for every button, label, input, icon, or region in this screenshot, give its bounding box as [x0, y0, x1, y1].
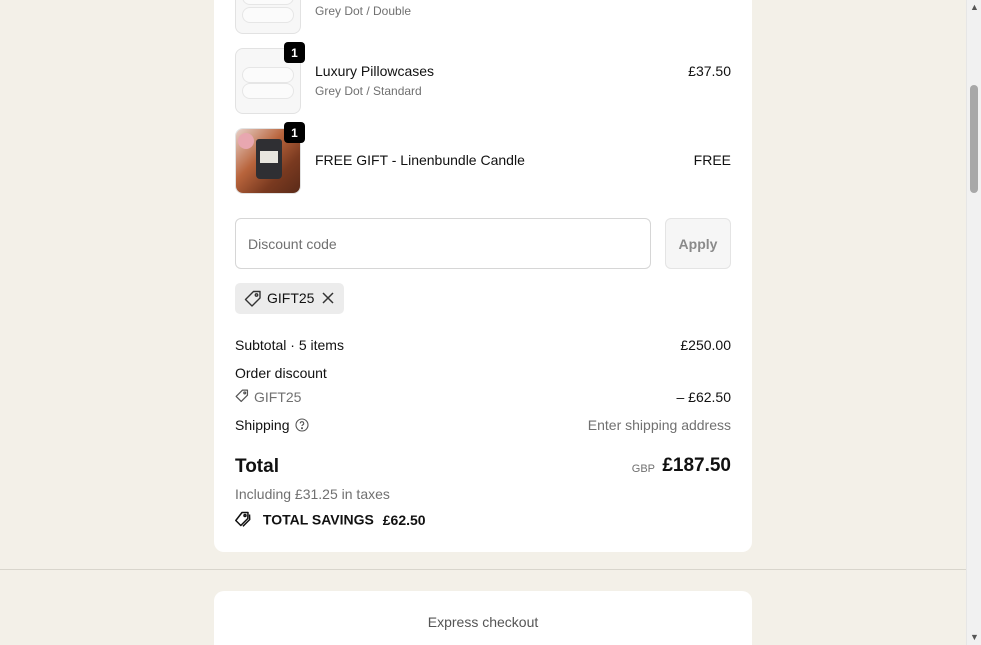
line-item: Grey Dot / Double	[235, 0, 731, 34]
apply-discount-button[interactable]: Apply	[665, 218, 731, 269]
scrollbar-thumb[interactable]	[970, 85, 978, 193]
line-item: 1 Luxury Pillowcases Grey Dot / Standard…	[235, 42, 731, 114]
scroll-down-icon[interactable]: ▼	[970, 633, 979, 642]
item-name: Luxury Pillowcases	[315, 63, 435, 79]
shipping-value: Enter shipping address	[587, 417, 731, 433]
total-value: £187.50	[662, 455, 731, 476]
savings-value: £62.50	[382, 511, 426, 528]
shipping-label: Shipping	[235, 417, 290, 433]
total-currency: GBP	[631, 463, 655, 475]
discount-value: – £62.50	[676, 389, 732, 405]
applied-discount-chip: GIFT25	[235, 283, 344, 314]
page-scrollbar[interactable]: ▲ ▼	[966, 0, 981, 645]
item-price: FREE	[693, 152, 731, 168]
subtotal-label: Subtotal · 5 items	[235, 337, 344, 353]
discount-tag-icon	[235, 389, 249, 406]
discount-code-input[interactable]	[235, 218, 651, 269]
remove-discount-icon[interactable]	[321, 291, 335, 310]
quantity-badge: 1	[284, 122, 305, 143]
taxes-note: Including £31.25 in taxes	[235, 486, 390, 502]
tag-icon	[244, 290, 262, 313]
express-checkout-card: Express checkout	[214, 591, 752, 645]
applied-code-label: GIFT25	[267, 290, 315, 306]
item-variant: Grey Dot / Double	[315, 4, 412, 18]
express-checkout-title: Express checkout	[427, 614, 539, 630]
savings-label: TOTAL SAVINGS	[262, 511, 374, 528]
line-item: 1 FREE GIFT - Linenbundle Candle FREE	[235, 122, 731, 194]
subtotal-value: £250.00	[680, 337, 731, 353]
total-label: Total	[235, 456, 279, 477]
item-price: £37.50	[688, 63, 731, 79]
product-thumbnail	[235, 0, 301, 34]
help-icon[interactable]	[295, 418, 309, 435]
total-savings: TOTAL SAVINGS £62.50	[235, 511, 426, 531]
order-discount-label: Order discount	[235, 365, 327, 381]
scroll-up-icon[interactable]: ▲	[970, 3, 979, 12]
quantity-badge: 1	[284, 42, 305, 63]
discount-code-text: GIFT25	[254, 389, 302, 405]
item-variant: Grey Dot / Standard	[315, 84, 422, 98]
savings-tag-icon	[235, 511, 254, 531]
section-divider	[0, 569, 966, 570]
item-name: FREE GIFT - Linenbundle Candle	[315, 152, 525, 168]
